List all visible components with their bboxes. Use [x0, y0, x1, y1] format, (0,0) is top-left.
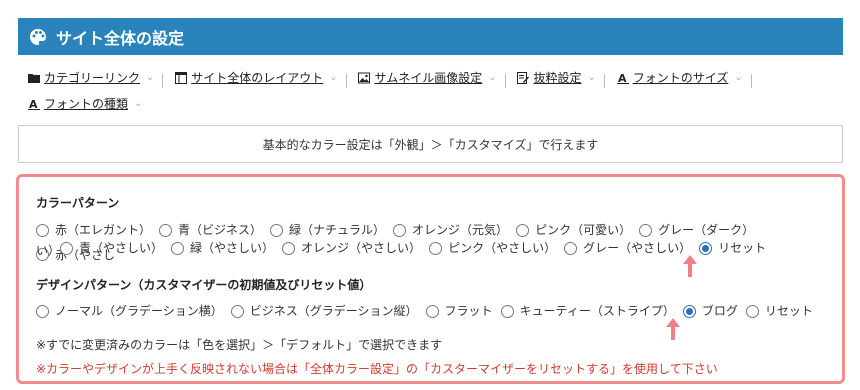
radio-button[interactable] — [36, 304, 49, 318]
reset-warning: ※カラーやデザインが上手く反映されない場合は「全体カラー設定」の「カスターマイザ… — [36, 362, 718, 376]
radio-button-selected[interactable] — [682, 304, 696, 318]
link-layout[interactable]: サイト全体のレイアウト ⌄ — [175, 66, 338, 90]
radio-button[interactable] — [425, 304, 439, 318]
radio-button[interactable] — [171, 241, 185, 255]
notice-text: 基本的なカラー設定は「外観」＞「カスタマイズ」で行えます — [262, 137, 599, 152]
radio-button[interactable] — [393, 223, 407, 237]
chevron-down-icon[interactable]: ⌄ — [134, 92, 142, 116]
divider — [750, 73, 752, 88]
svg-text:A: A — [29, 98, 38, 110]
edit-icon — [517, 72, 530, 84]
svg-text:A: A — [618, 72, 627, 84]
radio-button[interactable] — [230, 304, 244, 318]
layout-icon — [175, 72, 188, 84]
radio-button[interactable] — [159, 223, 173, 237]
link-thumbnail-label[interactable]: サムネイル画像設定 — [374, 66, 482, 90]
font-icon: A — [616, 72, 629, 84]
radio-option[interactable]: キューティー（ストライプ） — [500, 300, 683, 322]
radio-button[interactable] — [500, 304, 514, 318]
radio-button[interactable] — [270, 223, 284, 237]
radio-option[interactable]: ピンク（やさしい） — [429, 237, 564, 259]
section-header: サイト全体の設定 — [18, 18, 843, 55]
chevron-down-icon[interactable]: ⌄ — [329, 66, 337, 90]
link-excerpt[interactable]: 抜粋設定 ⌄ — [517, 66, 596, 90]
divider — [504, 73, 506, 88]
color-pattern-row-2: い） 青（やさしい） 緑（やさしい） オレンジ（やさしい） ピンク（やさしい） グレー（や… — [36, 237, 836, 262]
design-pattern-title: デザインパターン（カスタマイザーの初期値及びリセット値） — [36, 278, 372, 292]
divider — [603, 73, 605, 88]
radio-option[interactable]: リセット — [745, 300, 821, 322]
radio-button[interactable] — [745, 304, 759, 318]
radio-option[interactable]: フラット — [425, 300, 501, 322]
link-font-size-label[interactable]: フォントのサイズ — [633, 66, 729, 90]
radio-button[interactable] — [639, 223, 653, 237]
chevron-down-icon[interactable]: ⌄ — [734, 66, 742, 90]
settings-link-bar: カテゴリーリンク ⌄ サイト全体のレイアウト ⌄ サムネイル画像設定 ⌄ 抜粋設… — [28, 66, 828, 118]
radio-option[interactable]: ノーマル（グラデーション横） — [36, 300, 231, 322]
design-pattern-row: ノーマル（グラデーション横） ビジネス（グラデーション縦） フラット キューティー（ス… — [36, 300, 836, 325]
radio-button[interactable] — [60, 241, 74, 255]
palette-icon — [30, 28, 46, 45]
link-layout-label[interactable]: サイト全体のレイアウト — [191, 66, 323, 90]
chevron-down-icon[interactable]: ⌄ — [488, 66, 496, 90]
customize-notice: 基本的なカラー設定は「外観」＞「カスタマイズ」で行えます — [18, 125, 843, 163]
chevron-down-icon[interactable]: ⌄ — [146, 66, 154, 90]
link-category[interactable]: カテゴリーリンク ⌄ — [28, 66, 154, 90]
radio-button[interactable] — [564, 241, 578, 255]
radio-button-selected[interactable] — [699, 241, 713, 255]
divider — [162, 73, 164, 88]
arrow-up-icon — [666, 318, 680, 340]
divider — [345, 73, 347, 88]
folder-icon — [28, 74, 40, 83]
link-font-family-label[interactable]: フォントの種類 — [44, 92, 128, 116]
link-font-size[interactable]: A フォントのサイズ ⌄ — [616, 66, 743, 90]
link-thumbnail[interactable]: サムネイル画像設定 ⌄ — [358, 66, 497, 90]
radio-button[interactable] — [429, 241, 443, 255]
radio-option[interactable]: グレー（やさしい） — [564, 237, 699, 259]
chevron-down-icon[interactable]: ⌄ — [587, 66, 595, 90]
page-title: サイト全体の設定 — [56, 28, 185, 48]
radio-option[interactable]: ビジネス（グラデーション縦） — [230, 300, 426, 322]
radio-button[interactable] — [516, 223, 530, 237]
arrow-up-icon — [683, 255, 697, 277]
link-category-label[interactable]: カテゴリーリンク — [44, 66, 140, 90]
radio-option-selected[interactable]: ブログ — [682, 300, 746, 322]
radio-option[interactable]: オレンジ（やさしい） — [282, 237, 429, 259]
image-icon — [358, 72, 371, 84]
color-pattern-title: カラーパターン — [36, 196, 120, 210]
link-excerpt-label[interactable]: 抜粋設定 — [533, 66, 581, 90]
radio-option-selected[interactable]: リセット — [699, 237, 774, 259]
font-icon: A — [28, 98, 40, 110]
radio-option[interactable]: 青（やさしい） — [60, 237, 171, 259]
radio-button[interactable] — [36, 223, 49, 237]
radio-button[interactable] — [282, 241, 296, 255]
wrapped-label-tail: い） — [36, 243, 61, 258]
radio-option[interactable]: 緑（やさしい） — [171, 237, 282, 259]
link-font-family[interactable]: A フォントの種類 ⌄ — [28, 92, 142, 116]
default-color-note: ※すでに変更済みのカラーは「色を選択」＞「デフォルト」で選択できます — [36, 338, 443, 352]
